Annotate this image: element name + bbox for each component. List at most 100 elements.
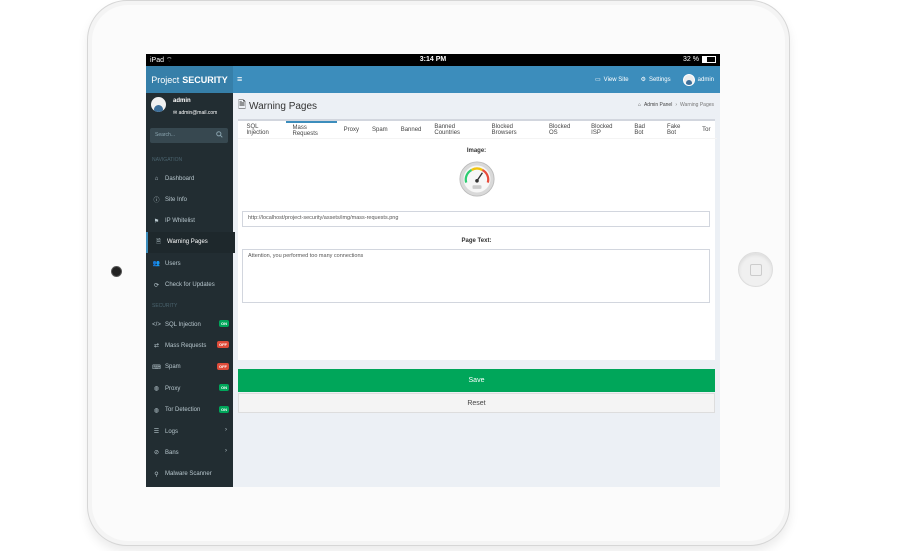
sidebar-item-label: Site Info — [165, 196, 188, 203]
avatar — [682, 73, 695, 86]
sidebar-item-proxy[interactable]: ◍ Proxy ON — [146, 378, 233, 399]
sidebar-item-tor-detection[interactable]: ◍ Tor Detection ON — [146, 400, 233, 421]
tab-mass-requests[interactable]: Mass Requests — [286, 121, 338, 138]
sidebar-item-ip-whitelist[interactable]: ⚑ IP Whitelist — [146, 211, 233, 232]
globe-icon: ◍ — [153, 386, 160, 393]
sidebar-item-label: Check for Updates — [165, 282, 215, 288]
monitor-icon: ▭ — [595, 77, 601, 83]
sidebar-item-bans[interactable]: ⊘ Bans › — [146, 442, 233, 463]
file-icon: 🗎 — [156, 239, 161, 246]
sidebar-item-check-for-updates[interactable]: ⟳ Check for Updates — [146, 275, 233, 296]
keyboard-icon: ⌨ — [152, 364, 161, 371]
tab-spam[interactable]: Spam — [366, 121, 395, 138]
sidebar-item-label: Malware Scanner — [165, 471, 212, 478]
home-button[interactable] — [738, 252, 773, 287]
sidebar-item-mass-requests[interactable]: ⇄ Mass Requests OFF — [146, 335, 233, 356]
tab-blocked-isp[interactable]: Blocked ISP — [585, 121, 628, 138]
sidebar-item-label: Users — [165, 260, 181, 267]
tab-tor[interactable]: Tor — [696, 121, 717, 138]
sidebar-item-spam[interactable]: ⌨ Spam OFF — [146, 357, 233, 378]
image-label: Image: — [466, 148, 487, 154]
reset-button[interactable]: Reset — [238, 393, 715, 413]
tab-fake-bot[interactable]: Fake Bot — [661, 121, 696, 138]
image-path-input[interactable]: http://localhost/project-security/assets… — [242, 211, 710, 227]
breadcrumb-separator: › — [675, 102, 677, 108]
tab-banned-countries[interactable]: Banned Countries — [428, 121, 485, 138]
search-input[interactable]: Search... — [150, 128, 228, 143]
breadcrumb: ⌂ Admin Panel › Warning Pages — [638, 102, 714, 108]
retweet-icon: ⇄ — [153, 343, 160, 350]
tab-proxy[interactable]: Proxy — [337, 121, 365, 138]
sidebar-item-malware-scanner[interactable]: ⚲ Malware Scanner — [146, 464, 233, 485]
page-title-text: Warning Pages — [249, 101, 318, 112]
brand-light: Project — [151, 74, 180, 85]
battery-status: 32 % — [683, 56, 716, 63]
code-icon: </> — [152, 321, 161, 328]
ban-icon: ⊘ — [153, 450, 160, 457]
flag-icon: ⚑ — [153, 218, 160, 225]
status-badge: ON — [219, 320, 229, 327]
brand-logo[interactable]: Project SECURITY — [146, 66, 233, 93]
sidebar-item-sql-injection[interactable]: </> SQL Injection ON — [146, 314, 233, 335]
page-text-label: Page Text: — [461, 238, 492, 244]
sidebar-item-label: Bans — [165, 449, 179, 456]
page-text-textarea[interactable]: Attention, you performed too many connec… — [242, 249, 710, 303]
settings-label: Settings — [648, 76, 671, 83]
user-menu[interactable]: admin — [682, 73, 714, 86]
chevron-right-icon: › — [225, 448, 227, 455]
warning-page-box: SQL Injection Mass Requests Proxy Spam Banne… — [238, 119, 717, 360]
tab-banned[interactable]: Banned — [394, 121, 428, 138]
sidebar-item-label: Logs — [165, 428, 179, 435]
breadcrumb-home[interactable]: Admin Panel — [644, 102, 672, 108]
menu-toggle-icon[interactable]: ≡ — [237, 74, 242, 84]
search-icon[interactable] — [216, 131, 223, 138]
sidebar-item-label: Tor Detection — [165, 407, 201, 414]
users-icon: 👥 — [152, 261, 161, 268]
info-icon: ⓘ — [153, 198, 160, 205]
user-email-text: admin@mail.com — [178, 110, 218, 116]
page-title: 🗎 Warning Pages — [238, 98, 317, 115]
user-label: admin — [697, 76, 714, 83]
sidebar: admin ✉ admin@mail.com Search... NAVIGAT… — [146, 93, 235, 487]
envelope-icon: ✉ — [173, 110, 178, 116]
save-button[interactable]: Save — [238, 369, 715, 392]
view-site-link[interactable]: ▭ View Site — [595, 76, 629, 84]
list-icon: ☰ — [153, 429, 160, 435]
sidebar-item-logs[interactable]: ☰ Logs › — [146, 421, 233, 442]
status-badge: ON — [219, 405, 229, 413]
status-badge: OFF — [217, 362, 229, 370]
status-badge: ON — [219, 384, 229, 392]
settings-link[interactable]: ⚙ Settings — [640, 76, 671, 84]
sidebar-item-label: Dashboard — [165, 175, 195, 182]
user-avatar — [151, 97, 166, 112]
search-icon: ⚲ — [154, 471, 159, 478]
tab-bad-bot[interactable]: Bad Bot — [628, 121, 661, 138]
tab-blocked-os[interactable]: Blocked OS — [542, 121, 584, 138]
sidebar-item-label: Spam — [165, 364, 181, 371]
sidebar-item-label: IP Whitelist — [165, 218, 195, 225]
top-nav: ▭ View Site ⚙ Settings admin — [595, 66, 714, 93]
section-navigation: NAVIGATION — [152, 157, 183, 163]
sidebar-item-dashboard[interactable]: ⌂ Dashboard — [146, 168, 233, 189]
sidebar-item-users[interactable]: 👥 Users — [146, 253, 233, 274]
main-content: 🗎 Warning Pages ⌂ Admin Panel › Warning P… — [233, 93, 720, 487]
sidebar-item-warning-pages[interactable]: 🗎 Warning Pages — [146, 231, 235, 253]
refresh-icon: ⟳ — [153, 282, 160, 289]
status-bar: iPad ⌔ 3:14 PM 32 % — [146, 54, 720, 66]
screen: iPad ⌔ 3:14 PM 32 % Project SECURITY ≡ ▭ V… — [146, 54, 720, 487]
status-badge: OFF — [217, 341, 229, 349]
battery-icon — [702, 56, 716, 63]
tab-sql-injection[interactable]: SQL Injection — [240, 121, 286, 138]
tab-bar: SQL Injection Mass Requests Proxy Spam Banne… — [238, 121, 717, 139]
user-panel: admin ✉ admin@mail.com — [146, 93, 233, 125]
tab-blocked-browsers[interactable]: Blocked Browsers — [485, 121, 542, 138]
brand-bold: SECURITY — [182, 74, 228, 85]
sidebar-item-site-info[interactable]: ⓘ Site Info — [146, 189, 233, 210]
home-icon: ⌂ — [637, 102, 641, 108]
gears-icon: ⚙ — [640, 77, 646, 83]
speedometer-image — [459, 161, 495, 197]
view-site-label: View Site — [603, 76, 629, 83]
status-time: 3:14 PM — [419, 56, 447, 63]
breadcrumb-current: Warning Pages — [680, 102, 714, 108]
sidebar-item-label: Mass Requests — [165, 342, 207, 349]
